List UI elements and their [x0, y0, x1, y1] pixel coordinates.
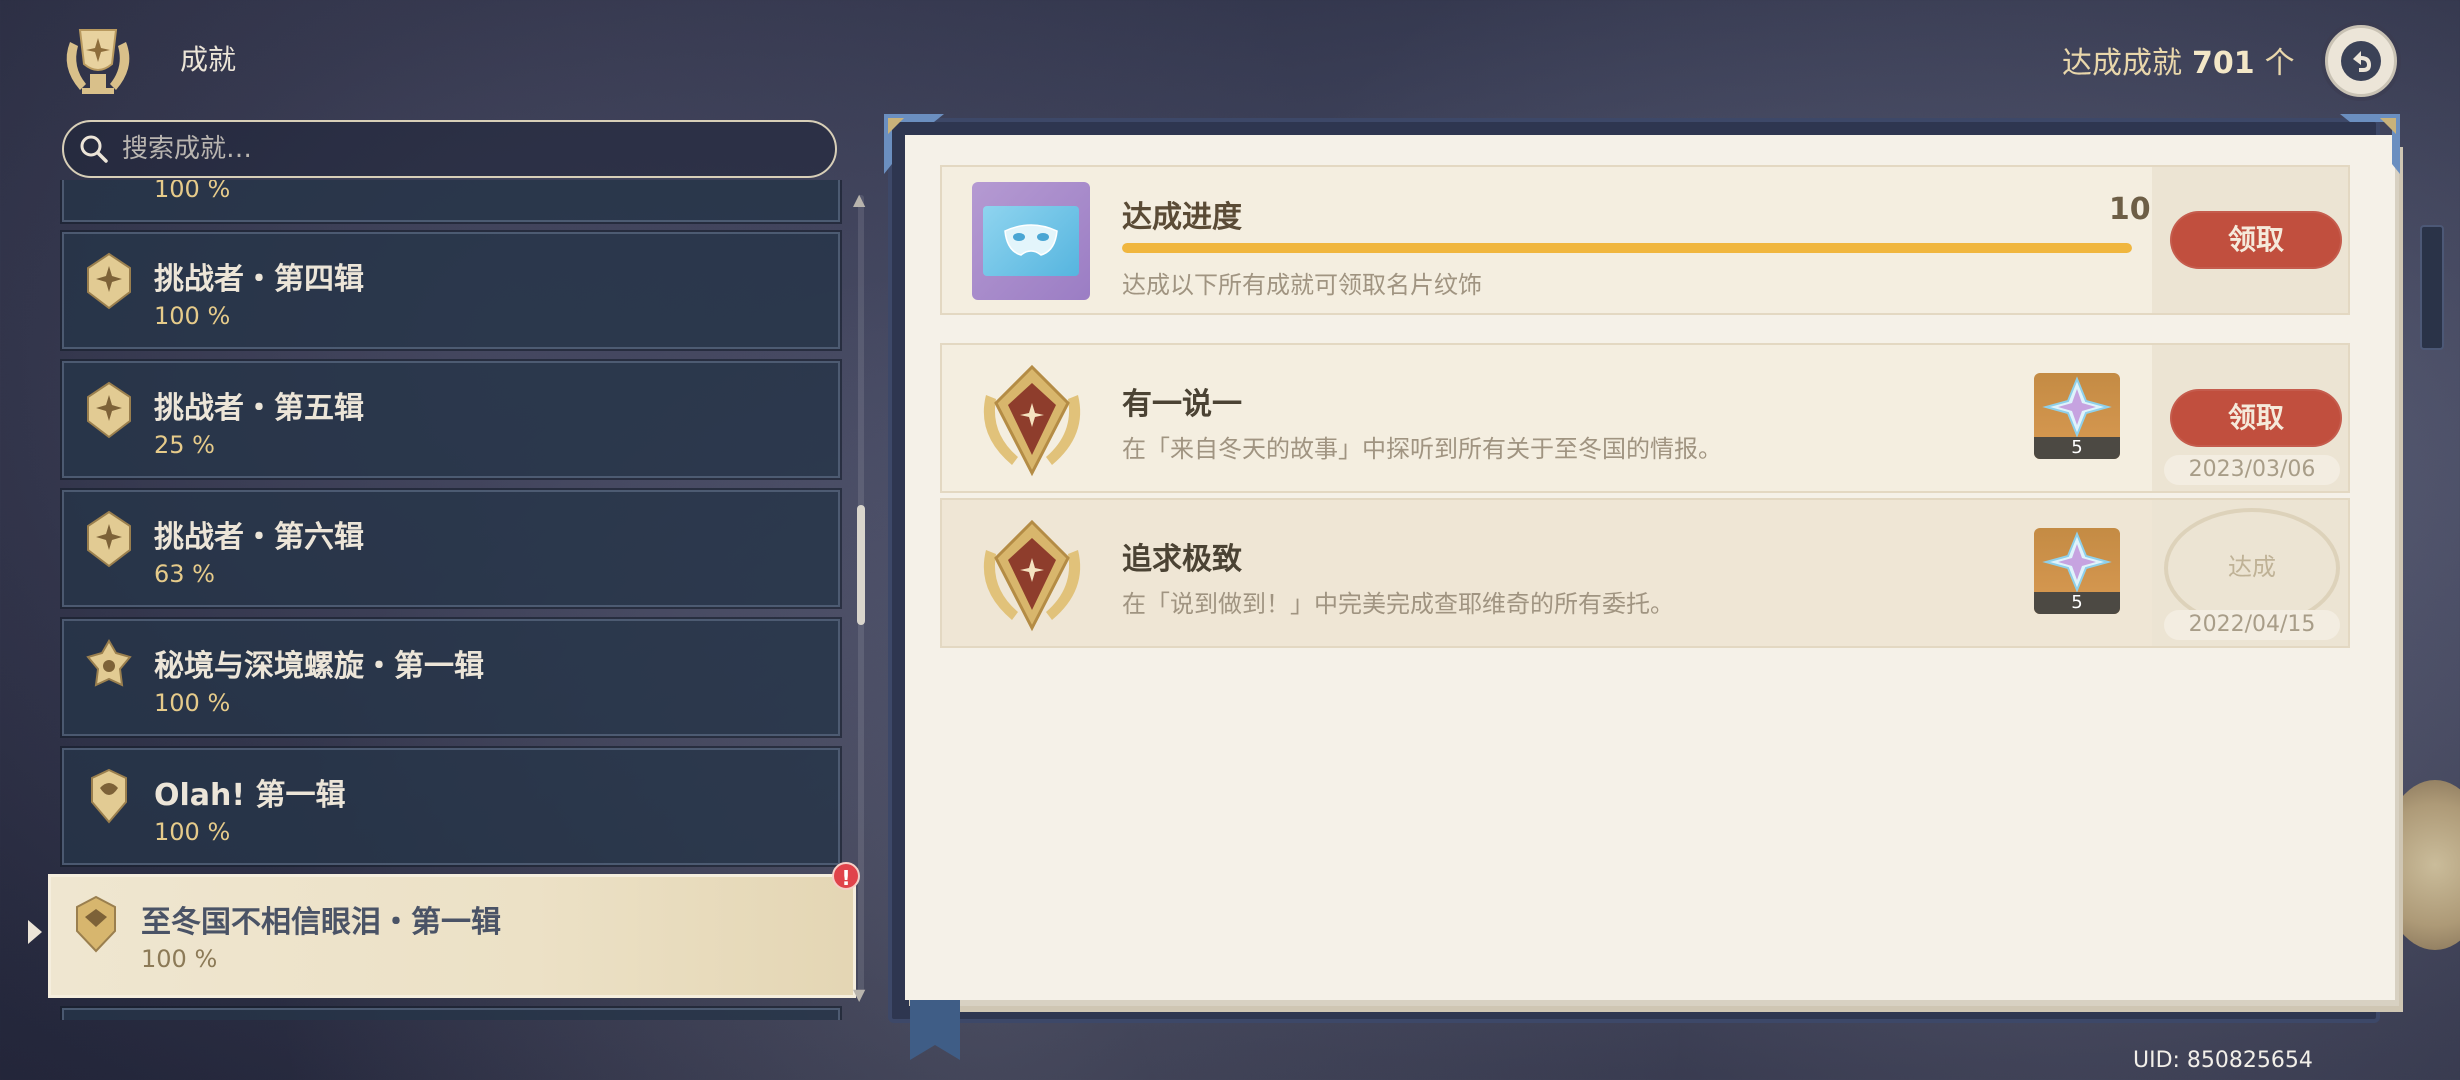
progress-bar-fill — [1122, 243, 2132, 253]
page-title: 成就 — [180, 43, 237, 76]
category-percent: 100 % — [154, 180, 231, 203]
trophy-emblem-icon — [50, 12, 146, 108]
achieved-number: 701 — [2192, 46, 2255, 81]
category-item[interactable]: 100 % — [60, 180, 842, 224]
category-list[interactable]: 100 % 挑战者・第四辑 100 % 挑战者・第五辑 25 % 挑战者・第六辑… — [40, 180, 860, 1020]
achieved-count: 达成成就 701 个 — [2062, 38, 2295, 82]
selection-arrow-icon — [28, 920, 42, 944]
progress-description: 达成以下所有成就可领取名片纹饰 — [1122, 271, 1482, 299]
category-percent: 100 % — [141, 945, 218, 973]
claim-namecard-button[interactable]: 领取 — [2170, 211, 2342, 269]
primogem-icon — [2042, 531, 2112, 593]
achieved-label: 达成成就 — [2062, 46, 2182, 81]
back-arrow-icon — [2341, 41, 2381, 81]
search-input[interactable] — [122, 134, 802, 164]
category-percent: 25 % — [154, 431, 215, 459]
primogem-icon — [2042, 376, 2112, 438]
category-icon — [91, 768, 127, 824]
achievement-badge-icon — [983, 519, 1081, 632]
category-item[interactable] — [60, 1006, 842, 1020]
achievement-description: 在「来自冬天的故事」中探听到所有关于至冬国的情报。 — [1122, 435, 1722, 463]
back-button[interactable] — [2325, 25, 2397, 97]
corner-ornament-icon — [884, 114, 944, 174]
category-percent: 100 % — [154, 689, 231, 717]
category-name: 秘境与深境螺旋・第一辑 — [154, 649, 484, 684]
reward-item[interactable]: 5 — [2034, 373, 2120, 459]
category-icon — [87, 510, 131, 568]
category-icon — [87, 252, 131, 310]
achievement-title: 有一说一 — [1122, 387, 1242, 422]
scroll-down-icon[interactable]: ▼ — [853, 985, 865, 1004]
category-item[interactable]: 秘境与深境螺旋・第一辑 100 % — [60, 617, 842, 738]
category-name: 挑战者・第五辑 — [154, 391, 364, 426]
category-name: 挑战者・第六辑 — [154, 520, 364, 555]
progress-card: 达成进度 100 % 达成以下所有成就可领取名片纹饰 领取 — [940, 165, 2350, 315]
uid-label: UID: 850825654 — [2133, 1048, 2313, 1073]
category-name: 至冬国不相信眼泪・第一辑 — [141, 905, 501, 940]
reward-quantity: 5 — [2034, 437, 2120, 459]
category-item[interactable]: 挑战者・第五辑 25 % — [60, 359, 842, 480]
scroll-up-icon[interactable]: ▲ — [853, 190, 865, 209]
achievement-date: 2022/04/15 — [2164, 610, 2340, 640]
scrollbar-thumb[interactable] — [857, 505, 865, 625]
category-name: Olah! 第一辑 — [154, 778, 346, 813]
achievement-row: 追求极致 在「说到做到！」中完美完成查耶维奇的所有委托。 5 达成 2022/0… — [940, 498, 2350, 648]
category-item[interactable]: 挑战者・第六辑 63 % — [60, 488, 842, 609]
category-item[interactable]: Olah! 第一辑 100 % — [60, 746, 842, 867]
category-item-selected[interactable]: 至冬国不相信眼泪・第一辑 100 % — [48, 874, 856, 998]
progress-bar — [1122, 243, 2132, 253]
achievement-title: 追求极致 — [1122, 542, 1242, 577]
bookmark-ribbon — [910, 1000, 960, 1060]
category-percent: 100 % — [154, 818, 231, 846]
achievement-badge-icon — [983, 364, 1081, 477]
claim-reward-button[interactable]: 领取 — [2170, 389, 2342, 447]
category-icon — [76, 895, 116, 953]
category-icon — [86, 639, 132, 687]
progress-title: 达成进度 — [1122, 200, 1242, 235]
reward-item[interactable]: 5 — [2034, 528, 2120, 614]
side-tab — [2420, 225, 2444, 350]
achievement-date: 2023/03/06 — [2164, 455, 2340, 485]
alert-badge: ! — [832, 862, 860, 890]
category-item[interactable]: 挑战者・第四辑 100 % — [60, 230, 842, 351]
category-name: 挑战者・第四辑 — [154, 262, 364, 297]
achieved-unit: 个 — [2264, 46, 2295, 81]
mask-namecard-icon — [972, 182, 1090, 300]
category-icon — [87, 381, 131, 439]
search-icon — [80, 135, 108, 163]
reward-quantity: 5 — [2034, 592, 2120, 614]
category-percent: 63 % — [154, 560, 215, 588]
search-field[interactable] — [62, 120, 837, 178]
achievement-row: 有一说一 在「来自冬天的故事」中探听到所有关于至冬国的情报。 5 领取 2023… — [940, 343, 2350, 493]
category-percent: 100 % — [154, 302, 231, 330]
achievement-description: 在「说到做到！」中完美完成查耶维奇的所有委托。 — [1122, 590, 1674, 618]
